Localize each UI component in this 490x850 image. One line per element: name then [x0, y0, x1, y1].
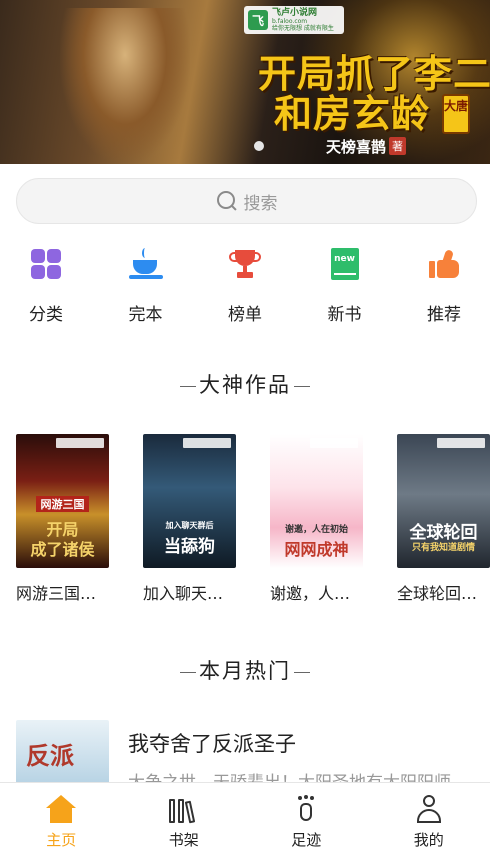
category-classify[interactable]: 分类: [16, 240, 76, 325]
book-card[interactable]: 全球轮回 只有我知道剧情 全球轮回…: [397, 434, 490, 614]
tab-label: 书架: [168, 831, 199, 849]
banner-seal: 大唐: [442, 94, 470, 134]
category-label: 榜单: [228, 305, 262, 325]
thumbs-up-icon: [424, 244, 464, 284]
search-icon: [216, 190, 238, 212]
category-label: 新书: [327, 305, 362, 325]
book-cover: 网游三国 开局 成了诸侯: [16, 434, 109, 568]
book-title: 加入聊天…: [143, 584, 224, 603]
section-title-great-works: 大神作品: [0, 369, 490, 399]
book-card[interactable]: 网游三国 开局 成了诸侯 网游三国…: [16, 434, 109, 614]
profile-icon: [414, 795, 444, 823]
book-title: 全球轮回…: [397, 584, 478, 603]
category-shortcuts: 分类 完本 榜单 new 新书 推荐: [0, 240, 490, 325]
logo-mark-icon: 飞: [248, 10, 268, 30]
category-recommended[interactable]: 推荐: [414, 240, 474, 325]
book-cover: 全球轮回 只有我知道剧情: [397, 434, 490, 568]
banner-author-badge: 著: [389, 137, 406, 155]
category-label: 分类: [29, 305, 63, 325]
logo-slogan: 给你无限想 成就有限生: [272, 25, 334, 32]
book-card[interactable]: 加入聊天群后 当舔狗 加入聊天…: [143, 434, 236, 614]
book-cover: 谢邀，人在初始 网网成神: [270, 434, 363, 568]
logo-url: b.faloo.com: [272, 18, 308, 25]
tab-bookshelf[interactable]: 书架: [123, 783, 246, 850]
footprint-icon: [291, 795, 321, 823]
tab-label: 主页: [46, 831, 77, 849]
tab-footprint[interactable]: 足迹: [245, 783, 368, 850]
tab-profile[interactable]: 我的: [368, 783, 490, 850]
category-new-books[interactable]: new 新书: [315, 240, 375, 325]
carousel-indicator-dot[interactable]: [254, 141, 264, 151]
section-title-monthly-hot: 本月热门: [0, 655, 490, 685]
tab-label: 我的: [413, 831, 444, 849]
site-logo: 飞 飞卢小说网 b.faloo.com 给你无限想 成就有限生: [244, 6, 344, 34]
teacup-icon: [126, 244, 166, 284]
promo-banner[interactable]: 飞 飞卢小说网 b.faloo.com 给你无限想 成就有限生 开局抓了李二 和…: [0, 0, 490, 164]
banner-title-line2: 和房玄龄: [274, 92, 431, 136]
new-book-icon: new: [325, 244, 365, 284]
tab-home[interactable]: 主页: [0, 783, 123, 850]
book-card[interactable]: 谢邀，人在初始 网网成神 谢邀，人…: [270, 434, 363, 614]
book-title: 谢邀，人…: [270, 584, 351, 603]
search-bar[interactable]: 搜索: [16, 178, 477, 224]
trophy-icon: [225, 244, 265, 284]
search-placeholder: 搜索: [243, 193, 278, 214]
hot-book-title: 我夺舍了反派圣子: [128, 732, 296, 756]
tab-label: 足迹: [291, 831, 322, 849]
category-completed[interactable]: 完本: [116, 240, 176, 325]
book-cover: 加入聊天群后 当舔狗: [143, 434, 236, 568]
grid-icon: [26, 244, 66, 284]
banner-character-art: [60, 8, 190, 164]
category-label: 完本: [128, 305, 163, 325]
logo-text: 飞卢小说网: [272, 8, 318, 18]
home-icon: [46, 795, 77, 823]
banner-title-line1: 开局抓了李二: [258, 52, 490, 96]
bottom-tab-bar: 主页 书架 足迹 我的: [0, 782, 490, 850]
bookshelf-icon: [168, 795, 199, 824]
book-title: 网游三国…: [16, 584, 97, 603]
category-rankings[interactable]: 榜单: [215, 240, 275, 325]
banner-author: 天榜喜鹊: [326, 138, 387, 156]
category-label: 推荐: [427, 305, 461, 325]
hot-book-item[interactable]: 反派 我夺舍了反派圣子 大争之世，天骄辈出！太阳圣地有太阳阳师: [16, 720, 490, 793]
hot-book-cover: 反派: [16, 720, 109, 784]
great-works-row: 网游三国 开局 成了诸侯 网游三国… 加入聊天群后 当舔狗 加入聊天… 谢邀，人…: [16, 434, 490, 614]
